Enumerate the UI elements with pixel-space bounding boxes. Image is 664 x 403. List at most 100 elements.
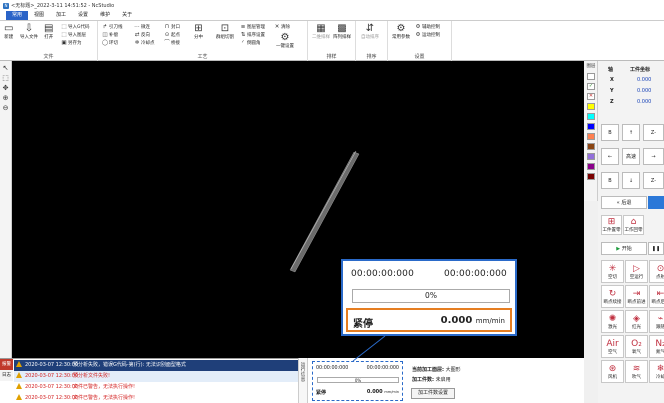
zoom-fit-icon[interactable]: ⊖ — [1, 103, 11, 113]
save-as-button[interactable]: ▣ 另存为 — [61, 40, 81, 46]
start-point-button[interactable]: ⊙ 起点 — [164, 32, 180, 38]
menu-tab-settings[interactable]: 设置 — [72, 11, 94, 20]
layer-color-swatch[interactable] — [587, 143, 595, 150]
layer-icon: ⬚ — [61, 32, 67, 38]
layer-color-swatch[interactable] — [587, 163, 595, 170]
function-button[interactable]: ⇤断点后退 — [649, 285, 664, 308]
layer-color-swatch[interactable]: ✓ — [587, 83, 595, 90]
function-icon: ⊛ — [608, 363, 617, 374]
function-icon: ⊙ — [656, 263, 664, 274]
reverse-button[interactable]: ⇄ 反向 — [134, 32, 150, 38]
pan-icon[interactable]: ✥ — [1, 83, 11, 93]
menu-tab-view[interactable]: 视图 — [28, 11, 50, 20]
menu-tab-process[interactable]: 加工 — [50, 11, 72, 20]
jog-left-button[interactable]: ← — [601, 148, 619, 165]
split-button[interactable]: ⊞ 分中 — [194, 23, 203, 40]
save-icon: ▣ — [61, 40, 67, 46]
function-button[interactable]: ⊙ 点射 — [649, 260, 664, 283]
log-row[interactable]: 2020-03-07 12:30:00预分析失败，错误G代码-第(行): 无法识… — [14, 360, 298, 371]
motion-control-button[interactable]: ⚙ 运动控制 — [415, 32, 440, 38]
blue-toggle-button[interactable] — [648, 196, 664, 209]
function-button[interactable]: ⊛ 风机 — [601, 360, 624, 383]
import-layer-button[interactable]: ⬚ 导入图层 — [61, 32, 86, 38]
log-row[interactable]: 2020-03-07 12:30:00文件已警告，无法执行操作! — [14, 393, 298, 403]
layer-manage-button[interactable]: ≡ 图层管理 — [240, 24, 265, 30]
function-button[interactable]: ⇥ 断点前进 — [625, 285, 648, 308]
tab-log[interactable]: 日志 — [0, 370, 13, 381]
jog-up-button[interactable]: ↑ — [622, 124, 640, 141]
tab-alarm[interactable]: 报警 — [0, 359, 13, 370]
new-button[interactable]: ▭ 新建 — [4, 23, 13, 40]
menu-tab-maintain[interactable]: 维护 — [94, 11, 116, 20]
jog-z-plus-button[interactable]: Z- — [643, 172, 664, 189]
function-button[interactable]: O₂ 氧气 — [625, 335, 648, 358]
log-row[interactable]: 2020-03-07 12:30:00预分析文件失败! — [14, 371, 298, 382]
compensate-button[interactable]: ◫ 补偿 — [102, 32, 118, 38]
layer-color-swatch[interactable] — [587, 173, 595, 180]
function-button[interactable]: ❄ 冷却 — [649, 360, 664, 383]
frame-select-icon[interactable]: ⬚ — [1, 73, 11, 83]
menu-tab-common[interactable]: 常用 — [6, 11, 29, 20]
layer-color-swatch[interactable] — [587, 153, 595, 160]
function-button[interactable]: ↻ 断点续接 — [601, 285, 624, 308]
params-button[interactable]: ⚙ 常用参数 — [392, 23, 410, 40]
layer-color-swatch[interactable] — [587, 133, 595, 140]
import-file-button[interactable]: ⇩ 导入文件 — [20, 23, 38, 40]
group-cut-button[interactable]: ⊡ 群组切割 — [216, 23, 234, 40]
start-button[interactable]: ▶ 开始 — [601, 242, 647, 255]
layer-color-swatch[interactable] — [587, 123, 595, 130]
function-button[interactable]: ◈ 红光 — [625, 310, 648, 333]
function-button[interactable]: ✳ 空切 — [601, 260, 624, 283]
layer-color-swatch[interactable] — [587, 103, 595, 110]
leadin-button[interactable]: ↱ 引刀线 — [102, 24, 123, 30]
menu-tab-about[interactable]: 关于 — [116, 11, 138, 20]
workpiece-zero-button[interactable]: ⊞ 工件置零 — [601, 215, 622, 235]
back-button[interactable]: « 后退 — [601, 196, 647, 209]
log-row[interactable]: 2020-03-07 12:30:00文件已警告，无法执行操作! — [14, 382, 298, 393]
assist-control-button[interactable]: ⚙ 辅助控制 — [415, 24, 440, 30]
layer-color-swatch[interactable] — [587, 73, 595, 80]
menu-bar: 常用 视图 加工 设置 维护 关于 — [0, 11, 664, 21]
function-button[interactable]: ≋ 吹气 — [625, 360, 648, 383]
function-label: 断点续接 — [603, 299, 622, 305]
function-icon: N₂ — [655, 338, 664, 349]
cold-corner-button[interactable]: ✲ 冷却点 — [134, 40, 155, 46]
jog-z-minus-button[interactable]: Z- — [643, 124, 664, 141]
open-button[interactable]: ▤ 打开 — [44, 23, 53, 40]
jog-b-plus-button[interactable]: B — [601, 124, 619, 141]
order-setting-button[interactable]: ⇅ 排序设置 — [240, 32, 265, 38]
zoomed-status-callout: 00:00:00:000 00:00:00:000 0% 紧停 0.000 mm… — [341, 259, 517, 336]
jog-speed-button[interactable]: 高速 — [622, 148, 640, 165]
function-button[interactable]: ⌁ 跟随 — [649, 310, 664, 333]
group-icon: ⊡ — [220, 23, 230, 34]
function-button[interactable]: ▷ 空运行 — [625, 260, 648, 283]
quad-nest-button[interactable]: ▦ 二维排样 — [312, 23, 330, 40]
jog-right-button[interactable]: → — [643, 148, 664, 165]
micro-button[interactable]: ⋯ 微连 — [134, 24, 150, 30]
return-zero-button[interactable]: ⌂ 工作回零 — [623, 215, 644, 235]
fillet-button[interactable]: ◜ 倒圆角 — [240, 40, 261, 46]
function-button[interactable]: N₂ 氮气 — [649, 335, 664, 358]
seal-button[interactable]: ⊓ 封口 — [164, 24, 180, 30]
ring-button[interactable]: ◯ 环切 — [102, 40, 118, 46]
jog-down-button[interactable]: ↓ — [622, 172, 640, 189]
count-settings-button[interactable]: 加工件数设置 — [411, 388, 455, 399]
cold-icon: ✲ — [134, 40, 140, 46]
layer-color-swatch[interactable] — [587, 113, 595, 120]
function-button[interactable]: Air 空气 — [601, 335, 624, 358]
array-nest-button[interactable]: ▩ 阵列排样 — [333, 23, 351, 40]
select-arrow-icon[interactable]: ↖ — [1, 63, 11, 73]
pause-button[interactable]: ❚❚ — [648, 242, 664, 255]
layer-color-swatch[interactable]: ✕ — [587, 93, 595, 100]
run-info-side-tab[interactable]: 运行信息 — [298, 358, 308, 403]
jog-b-minus-button[interactable]: B — [601, 172, 619, 189]
auto-sort-button[interactable]: ⇵ 自动排序 — [361, 23, 379, 40]
clear-button[interactable]: ✕ 清除 — [274, 24, 290, 30]
zoom-in-icon[interactable]: ⊕ — [1, 93, 11, 103]
import-gcode-button[interactable]: ⬚ 导入G代码 — [61, 24, 89, 30]
micro-icon: ⋯ — [134, 24, 140, 30]
function-button[interactable]: ✺ 激光 — [601, 310, 624, 333]
state-box: 紧停 0.000 mm/min — [346, 308, 512, 332]
bridge-button[interactable]: ⌒ 桥接 — [164, 40, 180, 46]
one-key-button[interactable]: ⚙ 一键设置 — [276, 32, 294, 49]
